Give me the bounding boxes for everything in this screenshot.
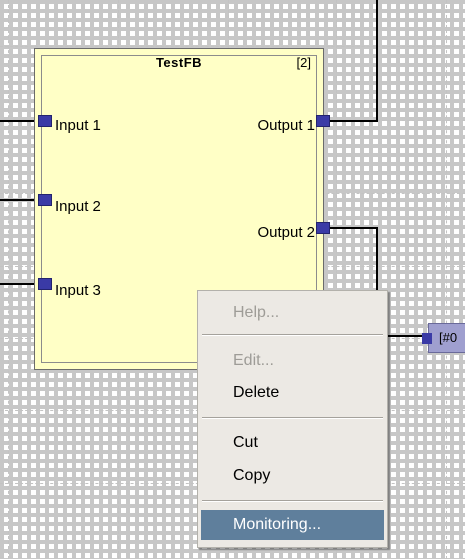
output-label-2: Output 2	[257, 224, 315, 241]
input-label-1: Input 1	[55, 117, 101, 134]
input-label-2: Input 2	[55, 198, 101, 215]
menu-item-delete[interactable]: Delete	[201, 378, 384, 408]
connected-block-port[interactable]	[422, 333, 432, 344]
function-block-instance: [2]	[296, 55, 311, 70]
output-label-1: Output 1	[257, 117, 315, 134]
grid-line	[446, 0, 447, 559]
output-port-2[interactable]	[316, 222, 330, 234]
input-port-3[interactable]	[38, 278, 52, 290]
context-menu: Help... Edit... Delete Cut Copy Monitori…	[197, 290, 388, 548]
wire-output-1-vertical[interactable]	[376, 0, 378, 122]
input-port-1[interactable]	[38, 115, 52, 127]
wire-output-2[interactable]	[328, 227, 378, 229]
grid-line	[0, 46, 465, 47]
menu-item-copy[interactable]: Copy	[201, 461, 384, 491]
menu-item-help[interactable]: Help...	[201, 298, 384, 328]
menu-separator	[202, 334, 383, 336]
grid-line	[8, 0, 9, 559]
menu-separator	[202, 500, 383, 502]
connected-block[interactable]: [#0	[422, 323, 465, 353]
input-port-2[interactable]	[38, 194, 52, 206]
menu-separator	[202, 417, 383, 419]
input-label-3: Input 3	[55, 282, 101, 299]
connected-block-label: [#0	[439, 330, 458, 345]
output-port-1[interactable]	[316, 115, 330, 127]
menu-item-edit[interactable]: Edit...	[201, 346, 384, 376]
wire-output-1[interactable]	[328, 120, 378, 122]
function-block-title: TestFB	[155, 55, 203, 70]
menu-item-cut[interactable]: Cut	[201, 428, 384, 458]
menu-item-monitoring[interactable]: Monitoring...	[201, 510, 384, 540]
